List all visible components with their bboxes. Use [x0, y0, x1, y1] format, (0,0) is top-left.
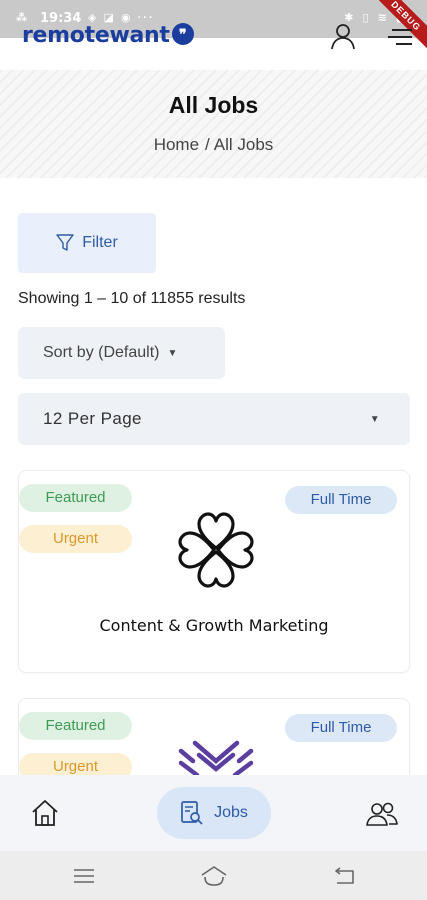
- per-page-selected-value: 12 Per Page: [43, 409, 142, 428]
- system-home-icon[interactable]: [200, 865, 228, 887]
- nav-jobs-label: Jobs: [214, 804, 248, 821]
- brand-logo-text: remotewant: [22, 23, 170, 48]
- sort-selected-value: Sort by (Default): [43, 344, 160, 361]
- job-type-badge: Full Time: [285, 714, 397, 742]
- filter-icon: [56, 234, 74, 251]
- breadcrumb-separator: /: [205, 135, 210, 154]
- breadcrumb-home-link[interactable]: Home: [154, 135, 199, 154]
- menu-icon[interactable]: [388, 26, 412, 48]
- recent-apps-icon[interactable]: [73, 867, 95, 885]
- job-card[interactable]: Featured Urgent Full Time Content & Grow…: [18, 470, 410, 673]
- job-type-badge: Full Time: [285, 486, 397, 514]
- system-navigation-bar: [0, 851, 427, 900]
- clover-logo-icon: [178, 512, 254, 588]
- chevron-stack-logo-icon: [178, 740, 254, 777]
- job-search-icon: [181, 801, 203, 825]
- page-hero: All Jobs Home / All Jobs: [0, 70, 427, 178]
- nav-jobs-tab[interactable]: Jobs: [157, 787, 271, 839]
- app-header: remotewant ❞: [0, 18, 427, 70]
- page-title: All Jobs: [168, 92, 259, 118]
- featured-badge: Featured: [19, 712, 132, 740]
- per-page-dropdown[interactable]: 12 Per Page ▼: [18, 393, 410, 445]
- sort-dropdown[interactable]: Sort by (Default) ▼: [18, 327, 225, 379]
- back-icon[interactable]: [333, 867, 355, 885]
- breadcrumb-current: All Jobs: [213, 135, 274, 154]
- featured-badge: Featured: [19, 484, 132, 512]
- results-count: Showing 1 – 10 of 11855 results: [18, 290, 246, 307]
- brand-quote-icon: ❞: [171, 23, 194, 45]
- caret-down-icon: ▼: [167, 347, 178, 359]
- brand-logo[interactable]: remotewant ❞: [22, 23, 194, 48]
- caret-down-icon: ▼: [369, 413, 380, 425]
- user-icon[interactable]: [329, 22, 357, 50]
- bottom-navigation: Jobs: [0, 775, 427, 851]
- filter-button[interactable]: Filter: [18, 213, 156, 273]
- urgent-badge: Urgent: [19, 525, 132, 553]
- people-icon[interactable]: [366, 801, 398, 827]
- job-title[interactable]: Content & Growth Marketing: [19, 616, 409, 635]
- filter-label: Filter: [82, 234, 118, 251]
- home-icon[interactable]: [30, 799, 60, 827]
- breadcrumb: Home / All Jobs: [0, 135, 427, 155]
